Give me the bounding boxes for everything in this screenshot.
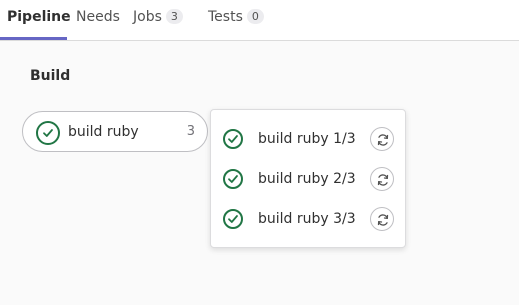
retry-icon [377, 214, 389, 226]
status-success-icon [223, 209, 243, 229]
tab-jobs[interactable]: Jobs 3 [133, 0, 183, 40]
tab-pipeline-label: Pipeline [7, 9, 71, 25]
job-group-dropdown: build ruby 1/3 build ruby 2/3 build ruby… [210, 109, 406, 248]
retry-icon [377, 174, 389, 186]
jobs-count-badge: 3 [165, 9, 183, 24]
job-name: build ruby 1/3 [258, 131, 356, 147]
retry-icon [377, 134, 389, 146]
retry-button[interactable] [370, 127, 394, 151]
tab-pipeline[interactable]: Pipeline [7, 0, 71, 40]
retry-button[interactable] [370, 207, 394, 231]
status-success-icon [223, 129, 243, 149]
job-group-count: 3 [186, 124, 195, 139]
tab-tests[interactable]: Tests 0 [208, 0, 264, 40]
job-name: build ruby 3/3 [258, 211, 356, 227]
pipeline-tabs: Pipeline Needs Jobs 3 Tests 0 [0, 0, 519, 41]
tests-count-badge: 0 [246, 9, 264, 24]
active-tab-indicator [0, 37, 67, 40]
tab-jobs-label: Jobs [133, 9, 162, 25]
tab-needs-label: Needs [76, 9, 120, 25]
job-item[interactable]: build ruby 2/3 [211, 159, 405, 199]
job-group-build-ruby[interactable]: build ruby 3 [22, 111, 208, 152]
tab-tests-label: Tests [208, 9, 243, 25]
job-item[interactable]: build ruby 3/3 [211, 199, 405, 239]
status-success-icon [36, 121, 60, 145]
job-item[interactable]: build ruby 1/3 [211, 119, 405, 159]
status-success-icon [223, 169, 243, 189]
job-group-name: build ruby [68, 124, 139, 140]
stage-title: Build [30, 68, 71, 84]
job-name: build ruby 2/3 [258, 171, 356, 187]
retry-button[interactable] [370, 167, 394, 191]
tab-needs[interactable]: Needs [76, 0, 120, 40]
